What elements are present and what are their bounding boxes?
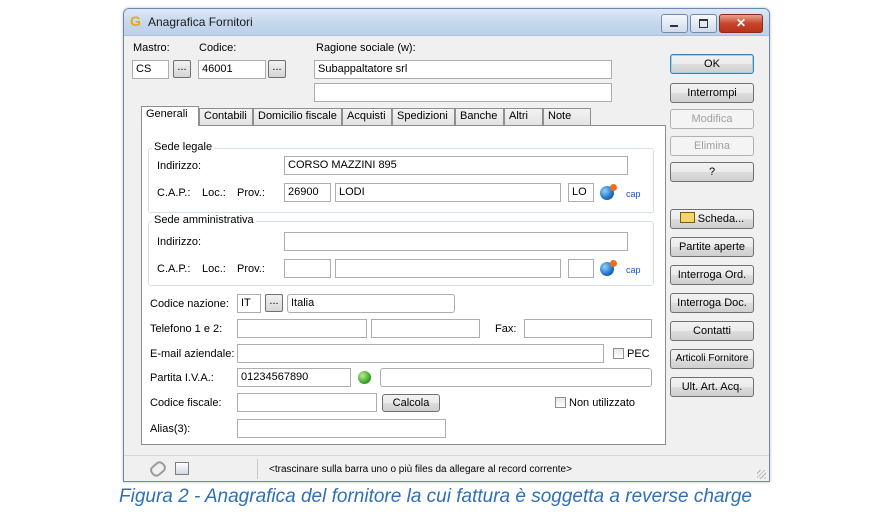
codice-fiscale-input[interactable] bbox=[237, 393, 377, 412]
pec-checkbox[interactable] bbox=[613, 348, 624, 359]
vat-check-icon[interactable] bbox=[358, 371, 371, 384]
tab-banche[interactable]: Banche bbox=[455, 108, 504, 125]
tab-contabili[interactable]: Contabili bbox=[199, 108, 253, 125]
ult-art-acq-button[interactable]: Ult. Art. Acq. bbox=[670, 377, 754, 397]
partita-iva-input[interactable]: 01234567890 bbox=[237, 368, 351, 387]
supplier-window: G Anagrafica Fornitori ✕ Mastro: Codice:… bbox=[123, 8, 770, 482]
indirizzo-input[interactable]: CORSO MAZZINI 895 bbox=[284, 156, 628, 175]
indirizzo-amm-label: Indirizzo: bbox=[157, 236, 202, 248]
tab-spedizioni[interactable]: Spedizioni bbox=[392, 108, 455, 125]
non-utilizzato-label: Non utilizzato bbox=[569, 397, 636, 409]
contatti-button[interactable]: Contatti bbox=[670, 321, 754, 341]
mastro-label: Mastro: bbox=[133, 42, 170, 54]
folder-icon bbox=[679, 212, 695, 223]
nazione-input[interactable]: Italia bbox=[287, 294, 455, 313]
help-button[interactable]: ? bbox=[670, 162, 754, 182]
codice-nazione-label: Codice nazione: bbox=[150, 298, 229, 310]
ragione-sociale-2-input[interactable] bbox=[314, 83, 612, 102]
generali-panel: Sede legale Indirizzo: CORSO MAZZINI 895… bbox=[141, 125, 666, 445]
prov-label: Prov.: bbox=[237, 187, 265, 199]
telefono-label: Telefono 1 e 2: bbox=[150, 323, 223, 335]
window-title: Anagrafica Fornitori bbox=[148, 15, 253, 29]
email-input[interactable] bbox=[237, 344, 604, 363]
cap-amm-input[interactable] bbox=[284, 259, 331, 278]
partita-iva-label: Partita I.V.A.: bbox=[150, 372, 214, 384]
cap-link[interactable]: cap bbox=[626, 189, 641, 199]
fax-label: Fax: bbox=[495, 323, 517, 335]
telefono2-input[interactable] bbox=[371, 319, 480, 338]
maximize-button[interactable] bbox=[690, 14, 717, 33]
minimize-icon bbox=[670, 25, 678, 27]
tab-acquisti[interactable]: Acquisti bbox=[342, 108, 392, 125]
partite-aperte-button[interactable]: Partite aperte bbox=[670, 237, 754, 257]
codice-input[interactable]: 46001 bbox=[198, 60, 266, 79]
alias-input[interactable] bbox=[237, 419, 446, 438]
codice-fiscale-label: Codice fiscale: bbox=[150, 397, 222, 409]
maximize-icon bbox=[699, 19, 708, 28]
indirizzo-label: Indirizzo: bbox=[157, 160, 202, 172]
drop-hint: <trascinare sulla barra uno o più files … bbox=[269, 464, 572, 475]
cap-label: C.A.P.: bbox=[157, 187, 191, 199]
interroga-doc-button[interactable]: Interroga Doc. bbox=[670, 293, 754, 313]
prov-amm-label: Prov.: bbox=[237, 263, 265, 275]
interrompi-button[interactable]: Interrompi bbox=[670, 83, 754, 103]
tab-altri[interactable]: Altri bbox=[504, 108, 543, 125]
modifica-button[interactable]: Modifica bbox=[670, 109, 754, 129]
loc-label: Loc.: bbox=[202, 187, 226, 199]
nazione-lookup-button[interactable]: ... bbox=[265, 294, 283, 312]
cap-amm-label: C.A.P.: bbox=[157, 263, 191, 275]
sede-legale-title: Sede legale bbox=[152, 141, 215, 153]
globe-icon[interactable] bbox=[600, 260, 617, 276]
fax-input[interactable] bbox=[524, 319, 652, 338]
status-divider bbox=[257, 459, 258, 479]
calcola-button[interactable]: Calcola bbox=[382, 394, 440, 412]
close-button[interactable]: ✕ bbox=[719, 14, 763, 33]
resize-grip-icon[interactable] bbox=[757, 470, 766, 479]
codice-label: Codice: bbox=[199, 42, 237, 54]
tab-domicilio-fiscale[interactable]: Domicilio fiscale bbox=[253, 108, 342, 125]
partita-iva-extra-input[interactable] bbox=[380, 368, 652, 387]
note-icon[interactable] bbox=[175, 462, 189, 475]
localita-input[interactable]: LODI bbox=[335, 183, 561, 202]
pec-label: PEC bbox=[627, 348, 650, 360]
provincia-amm-input[interactable] bbox=[568, 259, 594, 278]
status-bar: <trascinare sulla barra uno o più files … bbox=[124, 455, 769, 481]
loc-amm-label: Loc.: bbox=[202, 263, 226, 275]
ok-button[interactable]: OK bbox=[670, 54, 754, 74]
tab-note[interactable]: Note bbox=[543, 108, 591, 125]
mastro-lookup-button[interactable]: ... bbox=[173, 60, 191, 78]
sede-amministrativa-title: Sede amministrativa bbox=[152, 214, 256, 226]
articoli-fornitore-button[interactable]: Articoli Fornitore bbox=[670, 349, 754, 369]
localita-amm-input[interactable] bbox=[335, 259, 561, 278]
email-label: E-mail aziendale: bbox=[150, 348, 235, 360]
cap-amm-link[interactable]: cap bbox=[626, 265, 641, 275]
figure-caption: Figura 2 - Anagrafica del fornitore la c… bbox=[119, 486, 752, 507]
telefono1-input[interactable] bbox=[237, 319, 367, 338]
codice-lookup-button[interactable]: ... bbox=[268, 60, 286, 78]
minimize-button[interactable] bbox=[661, 14, 688, 33]
close-icon: ✕ bbox=[735, 16, 747, 30]
tab-generali[interactable]: Generali bbox=[141, 106, 199, 126]
attachment-icon[interactable] bbox=[148, 459, 168, 479]
interroga-ord-button[interactable]: Interroga Ord. bbox=[670, 265, 754, 285]
provincia-input[interactable]: LO bbox=[568, 183, 594, 202]
app-logo-icon: G bbox=[130, 13, 141, 29]
codice-nazione-input[interactable]: IT bbox=[237, 294, 261, 313]
mastro-input[interactable]: CS bbox=[132, 60, 169, 79]
non-utilizzato-checkbox[interactable] bbox=[555, 397, 566, 408]
globe-icon[interactable] bbox=[600, 184, 617, 200]
scheda-button[interactable]: Scheda... bbox=[670, 209, 754, 229]
scheda-label: Scheda... bbox=[697, 213, 745, 225]
alias-label: Alias(3): bbox=[150, 423, 191, 435]
ragione-sociale-label: Ragione sociale (w): bbox=[316, 42, 416, 54]
elimina-button[interactable]: Elimina bbox=[670, 136, 754, 156]
indirizzo-amm-input[interactable] bbox=[284, 232, 628, 251]
cap-input[interactable]: 26900 bbox=[284, 183, 331, 202]
ragione-sociale-input[interactable]: Subappaltatore srl bbox=[314, 60, 612, 79]
title-bar[interactable]: G Anagrafica Fornitori ✕ bbox=[124, 9, 769, 36]
